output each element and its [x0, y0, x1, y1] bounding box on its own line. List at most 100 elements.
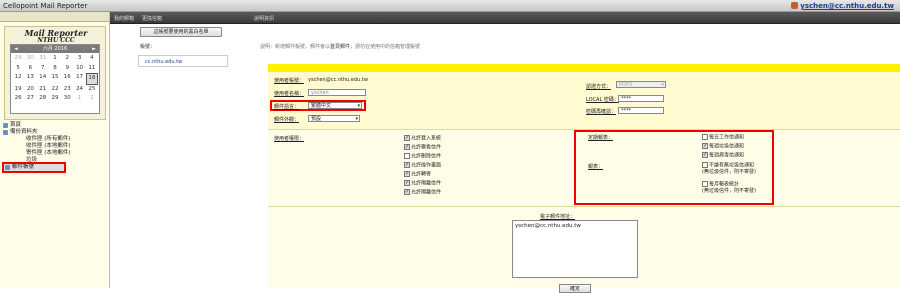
permission-text: 允許操作畫面 — [411, 162, 442, 169]
calendar-day[interactable]: 17 — [73, 73, 85, 85]
user-icon — [791, 2, 798, 9]
calendar-day[interactable]: 24 — [73, 85, 85, 95]
calendar-grid: 29 30 31 1 2 3 4 5 6 7 8 9 10 11 12 13 14 15 16 17 18 19 20 21 2… — [11, 53, 99, 105]
appearance-label: 郵件外觀： — [274, 117, 300, 123]
report-label: 報表： — [588, 164, 604, 170]
permission-checkbox[interactable]: ✓ 允許轉寄 — [404, 171, 431, 179]
title-bar: Cellopoint Mail Reporter yschen@cc.nthu.… — [0, 0, 900, 12]
calendar-prev-icon[interactable]: ◄ — [14, 45, 18, 53]
toolbar-item-switch[interactable]: 更換信箱 — [142, 15, 162, 22]
checkbox-icon — [702, 162, 708, 168]
form-header-band — [268, 64, 900, 72]
tree-trash[interactable]: 垃圾 — [2, 157, 108, 164]
checkbox-icon: ✓ — [404, 180, 410, 186]
permission-checkbox[interactable]: ✓ 允許察看信件 — [404, 144, 441, 152]
tree-inbox-all[interactable]: 收件匣 (所有郵件) — [2, 136, 108, 143]
permission-checkbox[interactable]: ✓ 允許隔離信件 — [404, 180, 441, 188]
confirm-password-input[interactable]: **** — [618, 107, 664, 114]
tree-home[interactable]: 首頁 — [2, 122, 108, 129]
local-password-input[interactable]: **** — [618, 95, 664, 102]
calendar-day[interactable]: 27 — [24, 94, 36, 104]
tree-sent-local[interactable]: 寄件匣 (本地郵件) — [2, 150, 108, 157]
auth-select[interactable]: POP3 — [616, 81, 666, 88]
tree-archive[interactable]: 備份資料夾 — [2, 129, 108, 136]
permission-checkbox[interactable]: ✓ 允許隔離信件 — [404, 189, 441, 197]
tree-inbox-local[interactable]: 收件匣 (本地郵件) — [2, 143, 108, 150]
permission-text: 允許轉寄 — [411, 171, 432, 178]
appearance-select[interactable]: 預設 — [308, 115, 360, 122]
calendar-day[interactable]: 13 — [24, 73, 36, 85]
language-select[interactable]: 繁體中文 — [308, 102, 362, 109]
calendar-next-icon[interactable]: ► — [92, 45, 96, 53]
hint-text: 說明：新增郵件帳號，郵件會以 — [260, 44, 331, 50]
username-label: 使用者名稱： — [274, 91, 305, 97]
calendar-day[interactable]: 20 — [24, 85, 36, 95]
email-textarea[interactable]: yschen@cc.nthu.edu.tw — [512, 220, 638, 278]
permission-label: 使用者權限： — [274, 136, 305, 142]
toolbar-item-mailbox[interactable]: 我的郵箱 — [114, 15, 134, 22]
permission-checkbox[interactable]: ✓ 允許操作畫面 — [404, 162, 441, 170]
report-checkbox[interactable]: 每月報表統計 (無垃圾信件，則不寄發) — [702, 181, 756, 194]
calendar-day[interactable]: 23 — [61, 85, 73, 95]
ok-button[interactable]: 確定 — [559, 284, 591, 293]
toolbar-item-help[interactable]: 說明資訊 — [254, 15, 274, 22]
auth-label: 認證方式： — [586, 84, 612, 90]
calendar-day[interactable]: 2 — [86, 94, 98, 104]
calendar-day[interactable]: 28 — [37, 94, 49, 104]
user-link[interactable]: yschen@cc.nthu.edu.tw — [800, 2, 894, 10]
checkbox-icon: ✓ — [404, 144, 410, 150]
report-checkbox[interactable]: ✓ 每週垃圾信通知 — [702, 143, 744, 150]
calendar-day[interactable]: 30 — [61, 94, 73, 104]
calendar-day[interactable]: 25 — [86, 85, 98, 95]
calendar-day[interactable]: 29 — [49, 94, 61, 104]
folder-icon — [3, 130, 8, 135]
schedule-label: 定期報表： — [588, 135, 614, 141]
calendar-header: ◄ 六月 2016 ► — [11, 45, 99, 53]
username-input[interactable]: yschen — [308, 89, 366, 96]
tree-settings[interactable]: 郵件帳號 — [2, 162, 66, 173]
calendar-day[interactable]: 3 — [73, 54, 85, 64]
checkbox-icon — [404, 153, 410, 159]
sidebar-header — [0, 12, 109, 22]
checkbox-icon: ✓ — [702, 143, 708, 149]
calendar-day[interactable]: 10 — [73, 64, 85, 74]
language-label: 郵件語言： — [274, 104, 300, 110]
help-hint: 說明：新增郵件帳號，郵件會以首頁郵件；請勿在使用中的信箱管理帳號 — [260, 43, 420, 50]
permission-text: 允許察看信件 — [411, 144, 442, 151]
permission-checkbox[interactable]: 允許刪除信件 — [404, 153, 441, 161]
calendar-day[interactable]: 18 — [85, 73, 98, 85]
calendar-day[interactable]: 21 — [37, 85, 49, 95]
calendar-day[interactable]: 2 — [61, 54, 73, 64]
permission-checkbox[interactable]: ✓ 允許登入系統 — [404, 135, 441, 143]
checkbox-icon: ✓ — [404, 171, 410, 177]
calendar-day[interactable]: 14 — [37, 73, 49, 85]
calendar-day[interactable]: 1 — [49, 54, 61, 64]
report-checkbox[interactable]: 不論有無垃圾信通知 (無垃圾信件，則不寄發) — [702, 162, 756, 175]
settings-icon — [5, 165, 10, 170]
account-list: cc.nthu.edu.tw — [138, 55, 228, 67]
calendar-day[interactable]: 8 — [49, 64, 61, 74]
hint-tail: 信箱管理帳號 — [390, 44, 421, 50]
calendar-day[interactable]: 7 — [37, 64, 49, 74]
calendar-day[interactable]: 9 — [61, 64, 73, 74]
calendar-day[interactable]: 29 — [12, 54, 24, 64]
report-checkbox[interactable]: ✓ 每週病毒信通知 — [702, 152, 744, 159]
report-checkbox[interactable]: 每日工作信通知 — [702, 134, 744, 141]
calendar-day[interactable]: 4 — [86, 54, 98, 64]
blacklist-button[interactable]: 這帳號要使用的黑白名單 — [140, 27, 222, 37]
calendar-day[interactable]: 5 — [12, 64, 24, 74]
calendar-day[interactable]: 16 — [61, 73, 73, 85]
calendar-day[interactable]: 31 — [37, 54, 49, 64]
calendar-day[interactable]: 26 — [12, 94, 24, 104]
calendar-day[interactable]: 11 — [86, 64, 98, 74]
calendar-day[interactable]: 6 — [24, 64, 36, 74]
calendar-day[interactable]: 15 — [49, 73, 61, 85]
folder-tree: 首頁 備份資料夾 收件匣 (所有郵件) 收件匣 (本地郵件) 寄件匣 (本地郵件… — [2, 122, 108, 173]
calendar-day[interactable]: 1 — [73, 94, 85, 104]
toolbar: 我的郵箱 更換信箱 說明資訊 — [110, 12, 900, 24]
calendar-day[interactable]: 12 — [12, 73, 24, 85]
calendar-day[interactable]: 22 — [49, 85, 61, 95]
calendar-day[interactable]: 19 — [12, 85, 24, 95]
account-list-item[interactable]: cc.nthu.edu.tw — [145, 59, 182, 65]
calendar-day[interactable]: 30 — [24, 54, 36, 64]
